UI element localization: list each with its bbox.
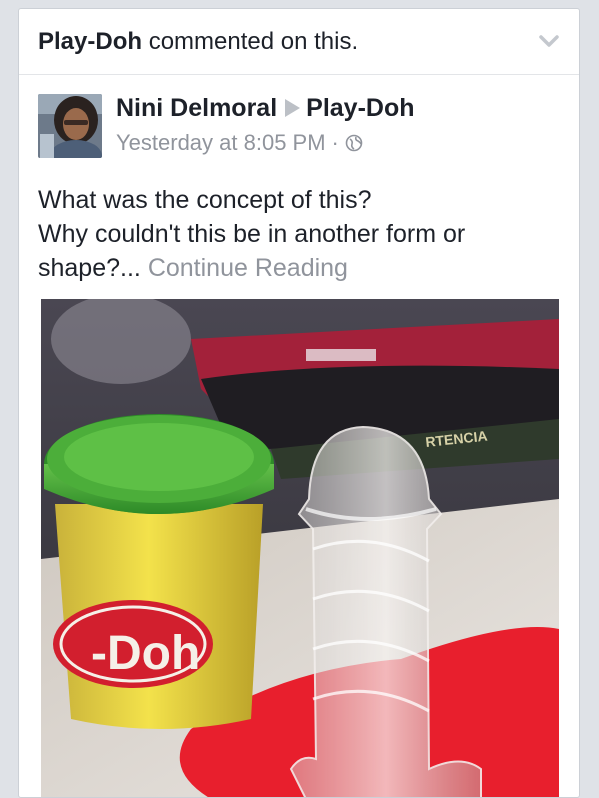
post-text-line: shape?... Continue Reading — [38, 251, 568, 285]
post-timestamp[interactable]: Yesterday at 8:05 PM — [116, 130, 326, 155]
post-photo[interactable]: RTENCIA -Doh — [41, 299, 559, 797]
story-header: Play-Doh commented on this. — [19, 9, 579, 75]
post-text-end: shape?... — [38, 254, 141, 282]
post-body: What was the concept of this? Why couldn… — [38, 183, 568, 285]
feed-story-card: Play-Doh commented on this. Nini Delmora… — [18, 8, 580, 798]
author-name-link[interactable]: Nini Delmoral — [116, 94, 277, 122]
post-author-line: Nini Delmoral Play-Doh — [116, 94, 415, 123]
chevron-down-icon[interactable] — [537, 31, 561, 51]
story-title: Play-Doh commented on this. — [38, 28, 358, 56]
post-meta: Yesterday at 8:05 PM · — [116, 130, 363, 156]
continue-reading-link[interactable]: Continue Reading — [148, 254, 348, 282]
target-page-link[interactable]: Play-Doh — [306, 94, 414, 122]
meta-separator: · — [331, 130, 339, 155]
post-text-line: Why couldn't this be in another form or — [38, 220, 466, 248]
post-text-line: What was the concept of this? — [38, 186, 372, 214]
story-actor-link[interactable]: Play-Doh — [38, 28, 142, 55]
globe-icon[interactable] — [345, 134, 363, 152]
arrow-right-icon — [285, 99, 301, 117]
cup-logo-text: -Doh — [91, 627, 200, 680]
avatar[interactable] — [38, 94, 102, 158]
story-action: commented on this. — [148, 28, 359, 55]
